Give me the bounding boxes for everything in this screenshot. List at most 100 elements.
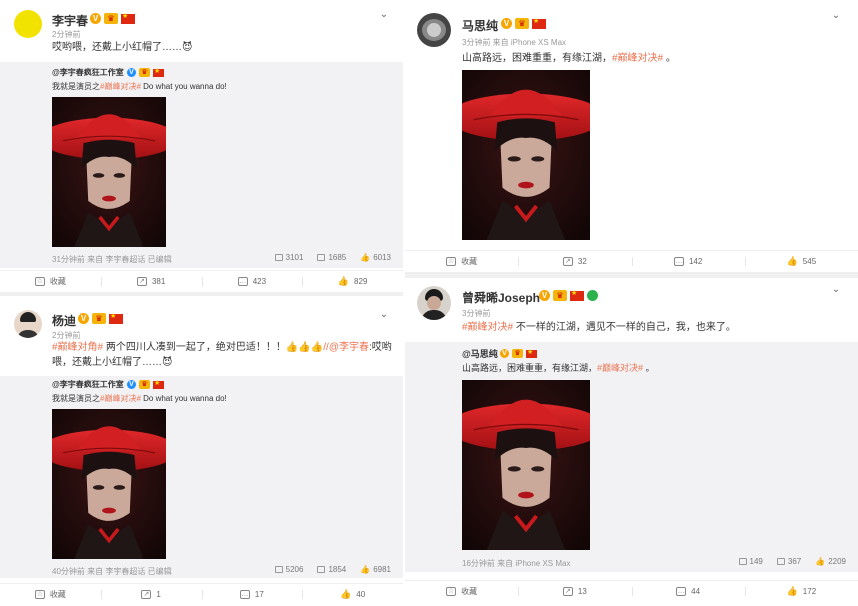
- mention-link[interactable]: @李宇春: [329, 342, 369, 353]
- favorite-button[interactable]: ☆ 收藏: [0, 271, 101, 292]
- repost-text-prefix: 我就是演员之: [52, 394, 100, 403]
- repost-comment-count: 1854: [328, 565, 347, 574]
- thumbs-up-icon: 👍: [786, 586, 798, 596]
- crown-icon: ♛: [139, 380, 150, 389]
- avatar[interactable]: [14, 310, 42, 338]
- like-button[interactable]: 👍 829: [302, 271, 403, 292]
- devil-emoji: 😈: [162, 357, 173, 368]
- china-flag-icon: [532, 17, 546, 29]
- repost-author[interactable]: @李宇春疯狂工作室: [52, 67, 124, 79]
- repost-box[interactable]: @马思纯 V ♛ 山高路远，困难重重，有缘江湖，#巅峰对决# 。 16分钟前 来…: [405, 342, 858, 572]
- repost-author[interactable]: @马思纯: [462, 348, 498, 360]
- hashtag-link[interactable]: #巅峰对决#: [597, 363, 643, 373]
- hashtag-link[interactable]: #巅峰对决#: [100, 82, 141, 91]
- repost-badges: V ♛: [500, 348, 537, 358]
- repost-text-prefix: 山高路远，困难重重，有缘江湖，: [462, 363, 598, 373]
- post-author[interactable]: 曾舜晞Joseph: [462, 289, 540, 306]
- repost-text-prefix: 我就是演员之: [52, 82, 100, 91]
- favorite-button[interactable]: ☆ 收藏: [405, 581, 518, 602]
- chevron-down-icon[interactable]: ⌄: [830, 10, 842, 22]
- repost-like-count: 2209: [828, 557, 846, 566]
- user-badges: V ♛: [90, 12, 135, 24]
- china-flag-icon: [153, 379, 164, 389]
- favorite-button[interactable]: ☆ 收藏: [0, 584, 101, 605]
- comment-button[interactable]: … 423: [201, 271, 303, 292]
- comment-count: 142: [688, 257, 703, 266]
- repost-stat-like[interactable]: 👍 6013: [360, 253, 391, 262]
- crown-icon: ♛: [515, 18, 529, 29]
- repost-stat-forward[interactable]: 3101: [274, 253, 304, 262]
- post-text-body: 不一样的江湖，遇见不一样的自己，我，也来了。: [513, 322, 736, 333]
- favorite-button[interactable]: ☆ 收藏: [405, 251, 518, 272]
- comment-icon: …: [237, 277, 248, 286]
- thumbs-up-icon: 👍: [337, 276, 350, 286]
- hashtag-link[interactable]: #巅峰对决#: [100, 394, 141, 403]
- poster-image[interactable]: [462, 70, 590, 240]
- post-author[interactable]: 李宇春: [52, 12, 88, 29]
- poster-image[interactable]: [52, 409, 166, 559]
- post-author[interactable]: 马思纯: [462, 17, 498, 34]
- repost-badges: V ♛: [127, 67, 164, 77]
- repost-text-suffix: 。: [643, 363, 655, 373]
- repost-source: 40分钟前 来自 李宇春超话 已编辑: [52, 567, 172, 576]
- repost-text: 我就是演员之#巅峰对决# Do what you wanna do!: [52, 393, 227, 405]
- poster-image[interactable]: [52, 97, 166, 247]
- favorite-label: 收藏: [461, 257, 478, 266]
- like-button[interactable]: 👍 545: [744, 251, 858, 272]
- like-button[interactable]: 👍 40: [302, 584, 403, 605]
- like-count: 40: [356, 590, 366, 599]
- repost-comment-count: 1685: [328, 253, 347, 262]
- repost-stat-comment[interactable]: 367: [776, 557, 802, 566]
- repost-stat-comment[interactable]: 1854: [317, 565, 346, 574]
- avatar[interactable]: [14, 10, 42, 38]
- repost-stats: 149 367 👍 2209: [738, 557, 846, 566]
- forward-button[interactable]: ↗ 1: [100, 584, 202, 605]
- repost-box[interactable]: @李宇春疯狂工作室 V ♛ 我就是演员之#巅峰对决# Do what you w…: [0, 62, 403, 268]
- verified-icon: V: [78, 313, 89, 324]
- poster-image[interactable]: [462, 380, 590, 550]
- verified-icon: V: [127, 68, 136, 77]
- forward-button[interactable]: ↗ 13: [518, 581, 631, 602]
- repost-stat-forward[interactable]: 149: [738, 557, 763, 566]
- chevron-down-icon[interactable]: ⌄: [830, 284, 842, 296]
- user-badges: V ♛: [78, 312, 123, 324]
- avatar[interactable]: [417, 13, 451, 47]
- repost-stat-forward[interactable]: 5206: [274, 565, 303, 574]
- comment-button[interactable]: … 44: [631, 581, 745, 602]
- avatar[interactable]: [417, 286, 451, 320]
- comment-button[interactable]: … 142: [631, 251, 745, 272]
- repost-box[interactable]: @李宇春疯狂工作室 V ♛ 我就是演员之#巅峰对决# Do what you w…: [0, 376, 403, 578]
- chevron-down-icon[interactable]: ⌄: [378, 309, 390, 321]
- forward-icon: ↗: [562, 257, 573, 266]
- action-bar: ☆ 收藏 ↗ 1 … 17 👍 40: [0, 583, 403, 605]
- chevron-down-icon[interactable]: ⌄: [378, 9, 390, 21]
- repost-source: 31分钟前 来自 李宇春超话 已编辑: [52, 255, 172, 264]
- verified-icon: V: [90, 13, 101, 24]
- comment-button[interactable]: … 17: [201, 584, 303, 605]
- forward-icon: ↗: [136, 277, 147, 286]
- repost-stat-like[interactable]: 👍 2209: [815, 557, 846, 566]
- repost-stat-like[interactable]: 👍 6981: [360, 565, 391, 574]
- hashtag-link[interactable]: #巅峰对决#: [612, 53, 663, 64]
- repost-like-count: 6981: [373, 565, 391, 574]
- comment-count: 423: [252, 277, 267, 286]
- repost-badges: V ♛: [127, 379, 164, 389]
- post-text-body: 哎哟喂，还戴上小红帽了……: [52, 42, 182, 53]
- china-flag-icon: [121, 12, 135, 24]
- repost-forward-count: 3101: [285, 253, 304, 262]
- favorite-label: 收藏: [461, 587, 478, 596]
- post-time: 3分钟前: [462, 309, 491, 318]
- hashtag-link[interactable]: #巅峰对决#: [462, 322, 513, 333]
- repost-author[interactable]: @李宇春疯狂工作室: [52, 379, 124, 391]
- action-bar: ☆ 收藏 ↗ 32 … 142 👍 545: [405, 250, 858, 272]
- comment-icon: …: [676, 587, 687, 596]
- crown-icon: ♛: [139, 68, 150, 77]
- repost-comment-count: 367: [787, 557, 802, 566]
- repost-stat-comment[interactable]: 1685: [317, 253, 346, 262]
- forward-button[interactable]: ↗ 381: [100, 271, 202, 292]
- hashtag-link[interactable]: #巅峰对角#: [52, 342, 103, 353]
- post-author[interactable]: 杨迪: [52, 312, 76, 329]
- forward-button[interactable]: ↗ 32: [518, 251, 631, 272]
- crown-icon: ♛: [92, 313, 106, 324]
- like-button[interactable]: 👍 172: [744, 581, 858, 602]
